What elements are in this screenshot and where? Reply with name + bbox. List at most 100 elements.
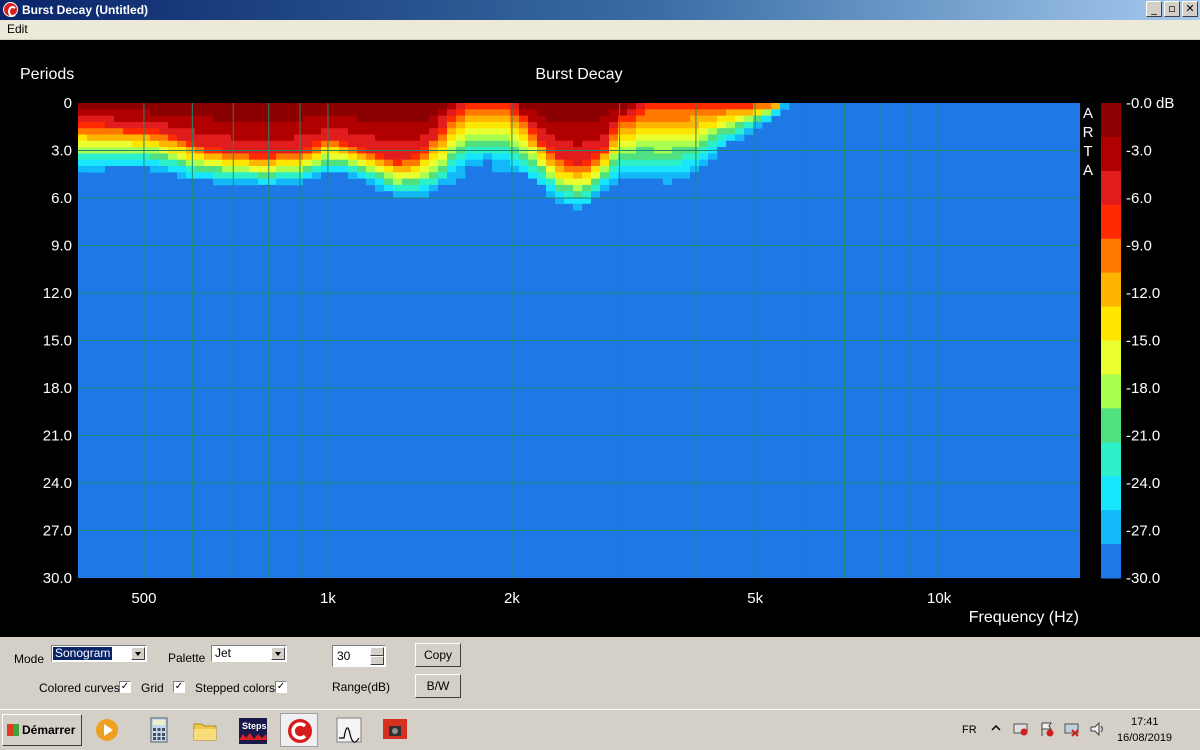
decay-cell [222,153,232,161]
decay-cell [771,109,781,116]
decay-cell [393,103,403,110]
decay-cell [321,109,331,116]
taskbar-arta[interactable] [280,713,318,747]
decay-cell [231,178,241,186]
maximize-button[interactable]: ▫ [1164,1,1180,17]
clock-time[interactable]: 17:41 [1131,716,1159,728]
decay-cell [276,121,286,129]
decay-cell [96,140,106,148]
minimize-button[interactable]: _ [1146,1,1162,17]
clock-date[interactable]: 16/08/2019 [1117,732,1172,744]
stepped-colors-checkbox[interactable]: ✓ [275,681,287,693]
decay-cell [384,178,394,186]
decay-cell [555,178,565,186]
steps-app-icon: Steps [239,718,267,744]
decay-cell [636,140,646,148]
decay-cell [609,153,619,161]
taskbar-screenshot[interactable] [376,713,414,747]
decay-cell [357,172,367,179]
decay-cell [546,115,556,123]
decay-cell [528,159,538,167]
decay-cell [591,121,601,129]
decay-cell [492,153,502,161]
decay-cell [402,134,412,142]
bw-button[interactable]: B/W [415,674,461,698]
decay-cell [186,166,196,173]
decay-cell [195,128,205,135]
decay-cell [429,172,439,179]
chevron-down-icon[interactable] [271,647,285,660]
decay-cell [555,159,565,167]
colored-curves-checkbox[interactable]: ✓ [119,681,131,693]
decay-cell [582,197,592,205]
spin-down-icon[interactable] [370,656,384,665]
decay-cell [204,172,214,179]
decay-cell [159,121,169,129]
mode-select[interactable]: Sonogram [51,645,147,662]
decay-cell [105,115,115,123]
decay-cell [375,153,385,161]
spin-up-icon[interactable] [370,647,384,656]
taskbar-explorer[interactable] [186,713,224,747]
decay-cell [240,115,250,123]
colorbar-band [1101,374,1121,409]
decay-cell [339,172,349,179]
decay-cell [348,115,358,123]
decay-cell [501,159,511,167]
decay-cell [681,172,691,179]
decay-cell [168,159,178,167]
colorbar-band [1101,238,1121,274]
start-button[interactable]: Démarrer [2,714,82,746]
taskbar-calculator[interactable] [140,713,178,747]
decay-cell [186,103,196,110]
chevron-up-icon[interactable] [990,722,1002,734]
volume-icon[interactable] [1089,721,1105,737]
decay-cell [87,128,97,135]
display-icon[interactable] [1064,721,1080,737]
decay-cell [366,109,376,116]
menu-edit[interactable]: Edit [7,22,28,36]
decay-cell [384,128,394,135]
y-tick-label: 12.0 [43,285,72,302]
decay-cell [690,115,700,123]
decay-cell [510,109,520,116]
decay-cell [762,109,772,116]
decay-cell [294,128,304,135]
grid-checkbox[interactable]: ✓ [173,681,185,693]
decay-cell [231,140,241,148]
decay-cell [555,140,565,148]
decay-cell [654,178,664,186]
decay-cell [276,153,286,161]
language-indicator[interactable]: FR [962,724,977,736]
colorbar-label: -3.0 [1126,143,1152,160]
close-button[interactable]: ✕ [1182,1,1198,17]
media-player-icon [96,719,118,741]
chevron-down-icon[interactable] [131,647,145,660]
copy-button[interactable]: Copy [415,643,461,667]
flag-icon[interactable] [1039,721,1055,737]
decay-cell [600,172,610,179]
decay-cell [339,103,349,110]
taskbar-limp[interactable] [330,713,368,747]
decay-cell [699,121,709,129]
decay-cell [519,103,529,110]
decay-cell [357,159,367,167]
network-icon[interactable] [1013,721,1029,737]
decay-cell [555,172,565,179]
taskbar-media-player[interactable] [88,713,126,747]
taskbar-steps[interactable]: Steps [234,713,272,747]
decay-cell [663,134,673,142]
decay-cell [177,103,187,110]
decay-cell [591,128,601,135]
decay-cell [330,153,340,161]
range-spinner[interactable]: 30 [332,645,386,667]
decay-cell [303,128,313,135]
decay-cell [735,109,745,116]
decay-cell [438,153,448,161]
decay-cell [402,172,412,179]
decay-cell [195,178,205,186]
decay-cell [483,109,493,116]
colorbar-label: -9.0 [1126,238,1152,255]
palette-select[interactable]: Jet [211,645,287,662]
decay-cell [105,128,115,135]
